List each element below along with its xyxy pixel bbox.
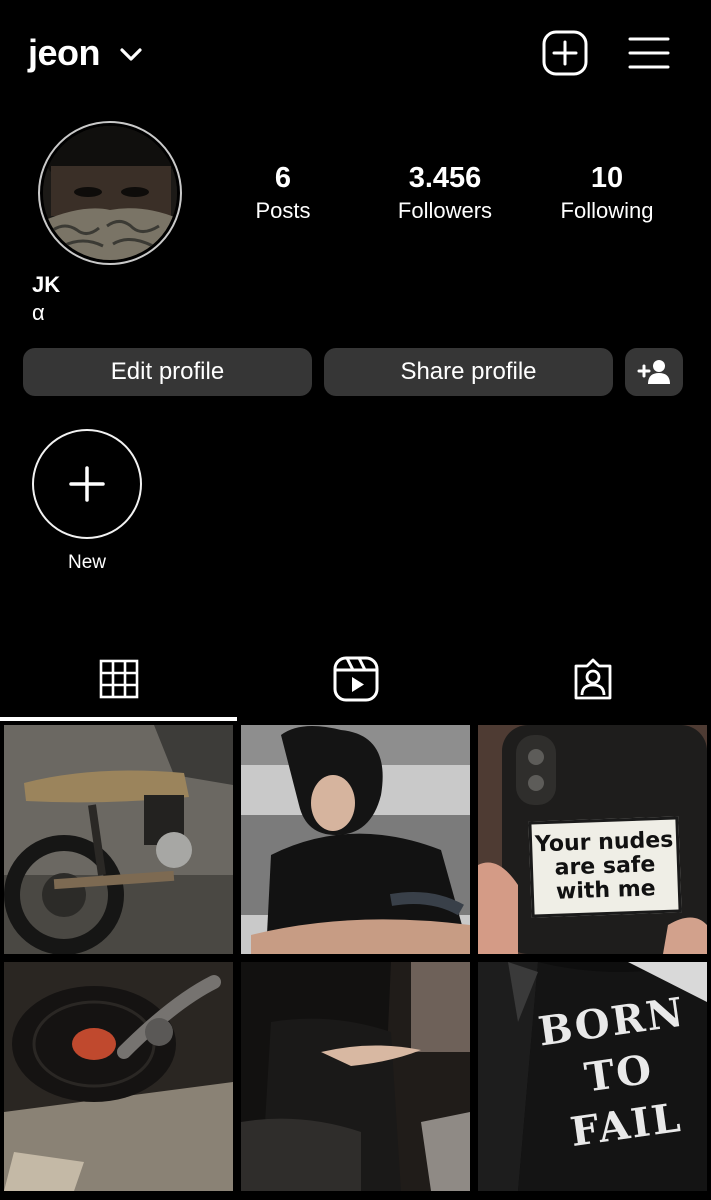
- followers-count: 3.456: [408, 162, 482, 194]
- profile-tabs: [0, 640, 711, 722]
- chevron-down-icon: [120, 48, 142, 61]
- account-switcher[interactable]: jeon: [28, 32, 142, 74]
- stat-posts[interactable]: 6 Posts: [208, 160, 358, 226]
- post-thumbnail[interactable]: [241, 962, 470, 1191]
- hamburger-menu-icon[interactable]: [628, 36, 670, 70]
- tab-tagged[interactable]: [474, 640, 711, 718]
- post-thumbnail[interactable]: Your nudes are safe with me: [478, 725, 707, 954]
- post-thumbnail[interactable]: BORN TO FAIL: [478, 962, 707, 1191]
- portrait-photo: [241, 725, 470, 954]
- following-label: Following: [560, 198, 654, 223]
- new-highlight-label: New: [67, 552, 106, 573]
- gesture-photo: [241, 962, 470, 1191]
- posts-count: 6: [274, 162, 292, 194]
- plus-icon: [69, 466, 105, 502]
- new-highlight-button[interactable]: [32, 429, 142, 539]
- avatar: [43, 126, 177, 260]
- post-thumbnail[interactable]: [4, 962, 233, 1191]
- stat-followers[interactable]: 3.456 Followers: [370, 160, 520, 226]
- add-person-icon: [637, 360, 670, 384]
- following-count: 10: [590, 162, 624, 194]
- motorcycle-photo: [4, 725, 233, 954]
- gramophone-photo: [4, 962, 233, 1191]
- stat-following[interactable]: 10 Following: [532, 160, 682, 226]
- post-thumbnail[interactable]: [4, 725, 233, 954]
- tagged-person-icon: [574, 658, 611, 700]
- username: jeon: [28, 32, 101, 73]
- add-person-button[interactable]: [625, 348, 683, 396]
- profile-page: jeon 6 Posts 3.456 Followers 10 Followin…: [0, 0, 711, 1200]
- active-tab-indicator: [0, 717, 237, 721]
- profile-avatar[interactable]: [38, 121, 182, 265]
- display-name: JK: [32, 272, 61, 297]
- post-thumbnail[interactable]: [241, 725, 470, 954]
- avatar-photo: [43, 126, 177, 260]
- edit-profile-button[interactable]: Edit profile: [23, 348, 312, 396]
- posts-grid: Your nudes are safe with me BORN TO FAIL: [4, 725, 707, 1200]
- tab-posts-grid[interactable]: [0, 640, 237, 718]
- jacket-painted-text: BORN TO FAIL: [535, 988, 688, 1157]
- top-bar: jeon: [0, 0, 711, 106]
- sign-text: Your nudes are safe with me: [528, 816, 682, 918]
- plus-square-icon[interactable]: [542, 30, 588, 76]
- share-profile-button[interactable]: Share profile: [324, 348, 613, 396]
- bio-text: α: [32, 300, 45, 325]
- reels-icon: [333, 656, 378, 702]
- tab-reels[interactable]: [237, 640, 474, 718]
- posts-label: Posts: [255, 198, 311, 223]
- grid-icon: [99, 659, 138, 699]
- followers-label: Followers: [397, 198, 493, 223]
